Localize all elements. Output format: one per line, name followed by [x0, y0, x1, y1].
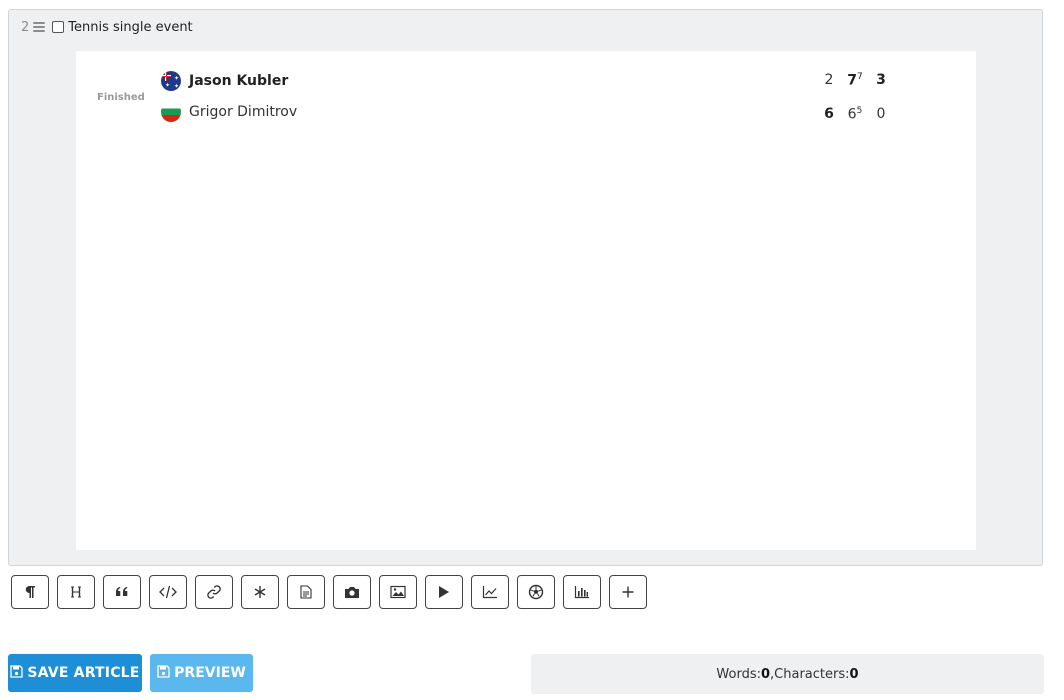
plus-icon[interactable]	[609, 575, 647, 609]
set-score: 2	[824, 72, 834, 88]
words-count: 0	[761, 666, 771, 682]
block-title: Tennis single event	[68, 19, 193, 35]
match-status: Finished	[97, 92, 145, 103]
bulgaria-flag-icon	[161, 102, 181, 122]
set-score: 77	[847, 72, 863, 89]
preview-label: PREVIEW	[174, 665, 246, 681]
words-label: Words:	[716, 666, 761, 682]
image-icon[interactable]	[379, 575, 417, 609]
set-score: 6	[824, 106, 834, 122]
paragraph-icon[interactable]	[11, 575, 49, 609]
block-header: 2 Tennis single event	[21, 18, 193, 36]
set-score: 0	[876, 106, 886, 122]
player-row-2: Grigor Dimitrov	[161, 102, 297, 122]
block-number: 2	[21, 19, 30, 35]
link-icon[interactable]	[195, 575, 233, 609]
line-chart-icon[interactable]	[471, 575, 509, 609]
document-icon[interactable]	[287, 575, 325, 609]
asterisk-icon[interactable]	[241, 575, 279, 609]
camera-icon[interactable]	[333, 575, 371, 609]
tiebreak-score: 5	[856, 106, 863, 116]
play-icon[interactable]	[425, 575, 463, 609]
player-2-name: Grigor Dimitrov	[189, 104, 298, 120]
player-1-name: Jason Kubler	[189, 73, 289, 89]
word-character-counter: Words: 0 ,Characters: 0	[531, 654, 1044, 694]
bar-chart-icon[interactable]	[563, 575, 601, 609]
australia-flag-icon: ✦ ✦ ✦	[161, 71, 181, 91]
player-row-1: ✦ ✦ ✦ Jason Kubler	[161, 71, 288, 91]
block-select-checkbox[interactable]	[52, 21, 65, 33]
tiebreak-score: 7	[857, 72, 863, 82]
preview-button[interactable]: PREVIEW	[150, 654, 253, 692]
set-score: 3	[876, 72, 886, 88]
heading-icon[interactable]	[57, 575, 95, 609]
content-block: 2 Tennis single event Finished ✦ ✦ ✦ Jas…	[8, 9, 1043, 566]
characters-label: ,Characters:	[770, 666, 850, 682]
football-icon[interactable]	[517, 575, 555, 609]
characters-count: 0	[849, 666, 859, 682]
save-icon	[10, 664, 24, 682]
save-icon	[157, 664, 170, 682]
block-toolbar	[11, 575, 655, 609]
drag-handle-icon[interactable]	[33, 22, 46, 32]
player-2-scores: 6 65 0	[816, 106, 894, 123]
code-icon[interactable]	[149, 575, 187, 609]
tennis-event-widget: Finished ✦ ✦ ✦ Jason Kubler Grigor Dimit…	[76, 51, 976, 550]
save-article-label: SAVE ARTICLE	[27, 665, 140, 681]
quote-icon[interactable]	[103, 575, 141, 609]
player-1-scores: 2 77 3	[816, 72, 894, 89]
set-score: 65	[847, 106, 863, 123]
save-article-button[interactable]: SAVE ARTICLE	[8, 654, 142, 692]
